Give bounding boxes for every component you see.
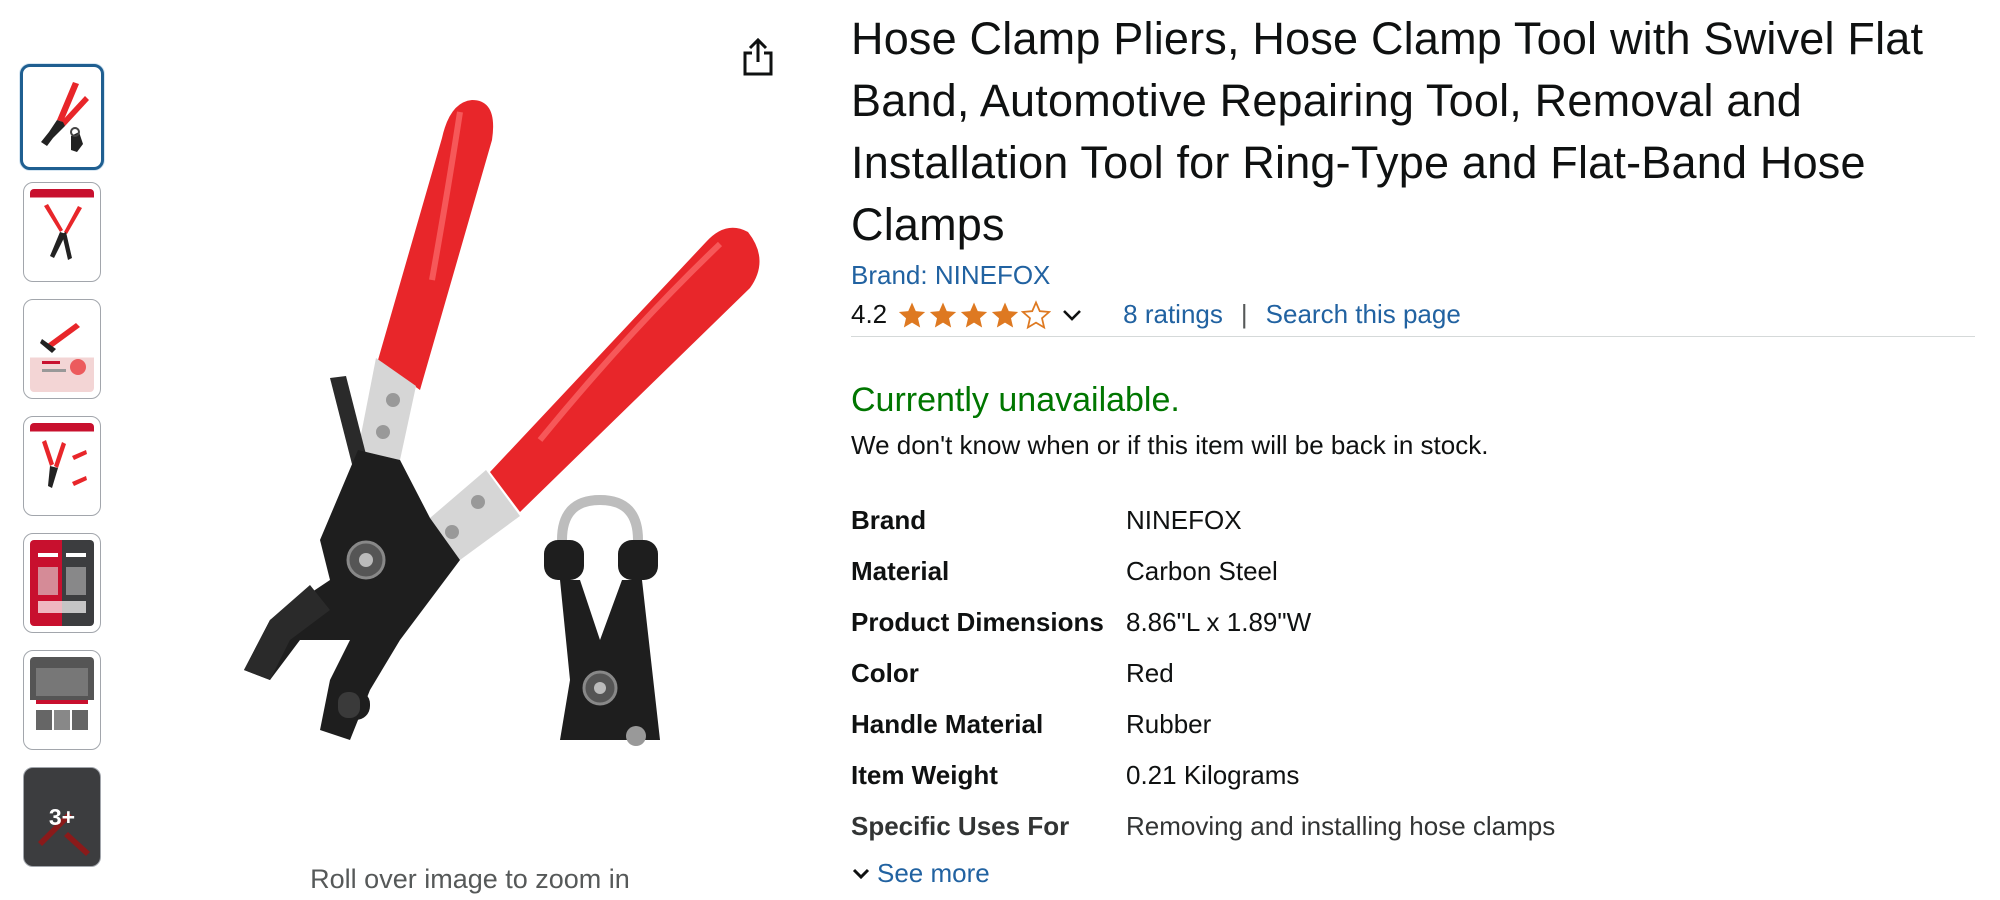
comparison-thumb-image [38,553,86,613]
share-icon [743,38,773,76]
thumbnail-comparison[interactable] [23,533,101,633]
thumbnail-applications[interactable] [23,650,101,750]
spec-key: Handle Material [851,709,1044,739]
spec-value: Rubber [1126,709,1212,739]
product-details: Hose Clamp Pliers, Hose Clamp Tool with … [851,8,1981,889]
spec-row: Specific Uses For Removing and installin… [851,801,1555,852]
star-full-icon [961,302,988,327]
spec-row: Product Dimensions 8.86"L x 1.89"W [851,597,1555,648]
thumbnail-features[interactable] [23,299,101,399]
star-full-icon [930,302,957,327]
spec-key: Brand [851,505,927,535]
spec-value: 0.21 Kilograms [1126,760,1300,790]
see-more-toggle[interactable]: See more [851,858,1981,889]
thumbnail-pliers[interactable] [20,64,104,170]
spec-value: Carbon Steel [1126,556,1278,586]
spec-key: Specific Uses For [851,811,1070,841]
hose-clamp-pliers-image [244,100,760,746]
rating-dropdown[interactable] [1061,307,1083,323]
zoom-hint: Roll over image to zoom in [310,864,630,894]
applications-thumb-image [36,668,88,730]
more-images-count: 3+ [48,803,76,830]
chevron-down-icon [1063,309,1082,321]
spec-row: Handle Material Rubber [851,699,1555,750]
features-thumb-image [40,323,86,375]
availability-note: We don't know when or if this item will … [851,430,1489,460]
link-separator: | [1240,299,1248,329]
see-more-link[interactable]: See more [877,858,990,889]
spec-key: Item Weight [851,760,998,790]
thumbnail-strip: 3+ [20,64,104,884]
ratings-link[interactable]: 8 ratings [1123,299,1223,330]
product-details-thumb-image [42,440,87,488]
star-full-icon [899,302,926,327]
thumbnail-more[interactable]: 3+ [23,767,101,867]
product-title: Hose Clamp Pliers, Hose Clamp Tool with … [851,13,1924,250]
spec-value: NINEFOX [1126,505,1242,535]
spec-row: Item Weight 0.21 Kilograms [851,750,1555,801]
star-full-icon [992,302,1019,327]
spec-value: Removing and installing hose clamps [1126,811,1556,841]
spec-value: Red [1126,658,1174,688]
spec-key: Product Dimensions [851,607,1104,637]
share-button[interactable] [738,34,778,82]
product-size-thumb-image [44,204,82,260]
thumbnail-product-details[interactable] [23,416,101,516]
spec-key: Material [851,556,950,586]
brand-link[interactable]: Brand: NINEFOX [851,260,1050,291]
search-page-link[interactable]: Search this page [1266,299,1461,330]
spec-row: Color Red [851,648,1555,699]
star-rating[interactable] [897,299,1052,330]
spec-key: Color [851,658,919,688]
rating-value: 4.2 [851,299,888,329]
chevron-down-icon [852,868,870,879]
star-empty-icon [1021,299,1052,329]
pliers-thumb-image [41,82,89,152]
spec-row: Material Carbon Steel [851,546,1555,597]
rating-row: 4.2 8 ratings | Search this page [851,297,1975,337]
main-product-image[interactable] [160,40,800,780]
spec-row: Brand NINEFOX [851,495,1555,546]
specs-table: Brand NINEFOX Material Carbon Steel Prod… [851,495,1555,852]
spec-value: 8.86"L x 1.89"W [1126,607,1312,637]
thumbnail-product-size[interactable] [23,182,101,282]
availability-status: Currently unavailable. [851,381,1180,419]
